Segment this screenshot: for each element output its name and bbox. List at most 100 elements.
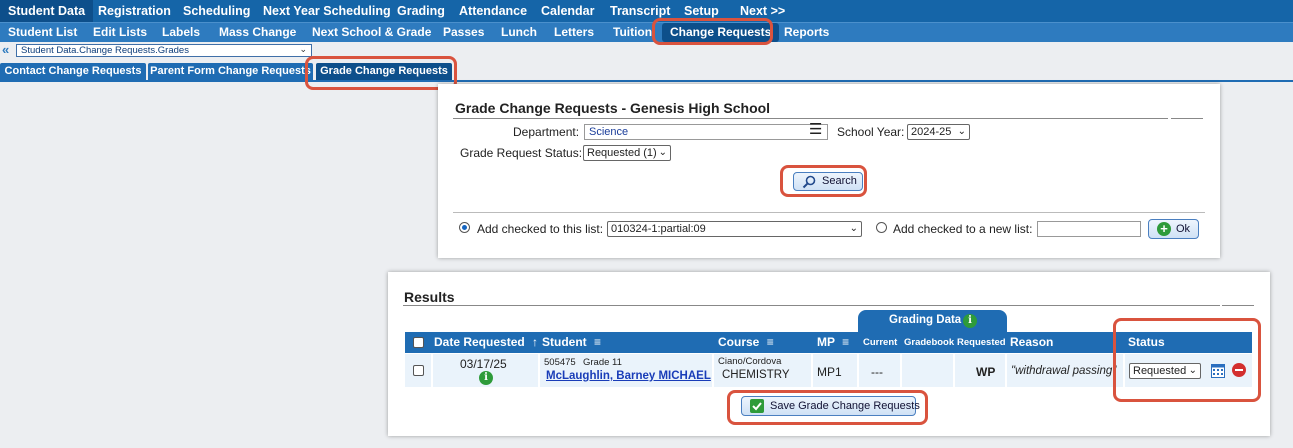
nav-calendar[interactable]: Calendar xyxy=(541,0,595,22)
department-field[interactable]: Science xyxy=(584,124,828,140)
reason-cell: "withdrawal passing" xyxy=(1007,354,1123,387)
menu-icon[interactable]: ≡ xyxy=(767,335,774,349)
current-value: --- xyxy=(871,365,883,379)
menu-icon[interactable]: ≡ xyxy=(842,335,849,349)
ok-button[interactable]: + Ok xyxy=(1148,219,1199,239)
current-cell: --- xyxy=(859,354,900,387)
subnav-lunch[interactable]: Lunch xyxy=(501,23,537,42)
new-list-input[interactable] xyxy=(1037,221,1141,237)
nav-student-data[interactable]: Student Data xyxy=(0,0,94,22)
add-to-new-list-radio[interactable] xyxy=(876,222,887,233)
search-button[interactable]: Search xyxy=(793,172,863,191)
info-icon[interactable]: i xyxy=(479,371,493,385)
nav-next[interactable]: Next >> xyxy=(740,0,785,22)
status-value: Requested (1) xyxy=(587,147,657,159)
subnav-letters[interactable]: Letters xyxy=(554,23,594,42)
grading-data-label: Grading Data xyxy=(889,314,962,326)
mp-cell: MP1 xyxy=(813,354,857,387)
col-mp[interactable]: MP ≡ xyxy=(817,332,849,353)
school-year-value: 2024-25 xyxy=(911,126,952,138)
department-menu-icon[interactable]: ☰ xyxy=(809,121,822,139)
row-checkbox-cell xyxy=(405,354,431,387)
tab-grade-change-requests[interactable]: Grade Change Requests xyxy=(316,63,452,81)
grading-data-header: Grading Data i xyxy=(858,310,1007,332)
plus-circle-icon: + xyxy=(1157,222,1171,236)
search-button-label: Search xyxy=(822,175,857,187)
chevron-down-icon: ⌄ xyxy=(849,223,858,234)
col-current: Current xyxy=(863,337,898,348)
subnav-passes[interactable]: Passes xyxy=(443,23,484,42)
info-icon[interactable]: i xyxy=(963,314,977,328)
results-rule-end xyxy=(1222,305,1254,306)
subnav-change-requests[interactable]: Change Requests xyxy=(662,23,780,42)
nav-scheduling[interactable]: Scheduling xyxy=(183,0,250,22)
calendar-icon[interactable] xyxy=(1211,363,1225,378)
subnav-student-list[interactable]: Student List xyxy=(8,23,77,42)
subnav-edit-lists[interactable]: Edit Lists xyxy=(93,23,147,42)
requested-cell: WP xyxy=(955,354,1005,387)
sort-up-icon[interactable]: ↑ xyxy=(532,335,538,349)
status-cell: Requested ⌄ xyxy=(1125,354,1252,387)
ok-button-label: Ok xyxy=(1176,223,1191,235)
tab-contact-change-requests[interactable]: Contact Change Requests xyxy=(0,63,146,81)
nav-grading[interactable]: Grading xyxy=(397,0,445,22)
subnav-mass-change[interactable]: Mass Change xyxy=(219,23,296,42)
reason-value: "withdrawal passing" xyxy=(1011,365,1117,377)
col-gradebook: Gradebook xyxy=(904,337,955,348)
nav-attendance[interactable]: Attendance xyxy=(459,0,527,22)
collapse-chevron-icon[interactable]: « xyxy=(2,43,9,57)
sub-nav-bar: Student List Edit Lists Labels Mass Chan… xyxy=(0,22,1293,42)
row-checkbox[interactable] xyxy=(413,365,424,376)
menu-icon[interactable]: ≡ xyxy=(594,335,601,349)
course-name: CHEMISTRY xyxy=(722,369,790,381)
date-value: 03/17/25 xyxy=(460,357,507,371)
list-value: 010324-1:partial:09 xyxy=(611,223,706,235)
col-student-label: Student xyxy=(542,335,587,349)
chevron-down-icon: ⌄ xyxy=(1188,365,1197,376)
subnav-tuition[interactable]: Tuition xyxy=(613,23,652,42)
nav-setup[interactable]: Setup xyxy=(684,0,719,22)
row-status-select[interactable]: Requested ⌄ xyxy=(1129,363,1201,379)
minus-glyph xyxy=(1235,369,1243,371)
list-select[interactable]: 010324-1:partial:09 ⌄ xyxy=(607,221,862,237)
nav-transcript[interactable]: Transcript xyxy=(610,0,670,22)
remove-icon[interactable] xyxy=(1232,363,1246,377)
school-year-select[interactable]: 2024-25 ⌄ xyxy=(907,124,970,140)
subnav-labels[interactable]: Labels xyxy=(162,23,200,42)
department-label: Department: xyxy=(513,125,580,139)
col-date-label: Date Requested xyxy=(434,335,525,349)
status-select[interactable]: Requested (1) ⌄ xyxy=(583,145,671,161)
search-icon xyxy=(802,175,816,189)
course-cell: Ciano/Cordova CHEMISTRY xyxy=(714,354,811,387)
chevron-down-icon: ⌄ xyxy=(299,44,307,54)
subnav-reports[interactable]: Reports xyxy=(784,23,829,42)
tab-underline xyxy=(0,80,1293,82)
select-all-checkbox[interactable] xyxy=(413,337,424,348)
date-cell: 03/17/25 i xyxy=(433,354,538,387)
nav-next-year-scheduling[interactable]: Next Year Scheduling xyxy=(263,0,391,22)
gradebook-cell xyxy=(902,354,953,387)
col-student[interactable]: Student ≡ xyxy=(542,332,601,353)
add-to-new-list-label: Add checked to a new list: xyxy=(893,222,1033,236)
student-name-link[interactable]: McLaughlin, Barney MICHAEL xyxy=(546,370,711,382)
save-grade-change-requests-button[interactable]: Save Grade Change Requests xyxy=(741,396,920,416)
results-rule xyxy=(403,305,1220,306)
col-date-requested[interactable]: Date Requested ↑ xyxy=(434,332,538,353)
col-course-label: Course xyxy=(718,335,760,349)
student-grade: Grade 11 xyxy=(583,357,622,368)
add-to-list-radio[interactable] xyxy=(459,222,470,233)
tab-parent-form-change-requests[interactable]: Parent Form Change Requests xyxy=(148,63,313,81)
main-nav-bar: Student Data Registration Scheduling Nex… xyxy=(0,0,1293,22)
results-table-header: Date Requested ↑ Student ≡ Course ≡ MP ≡… xyxy=(405,332,1252,353)
nav-registration[interactable]: Registration xyxy=(98,0,171,22)
breadcrumb-select[interactable]: Student Data.Change Requests.Grades ⌄ xyxy=(16,44,312,57)
search-divider xyxy=(453,212,1205,213)
col-status: Status xyxy=(1128,335,1165,349)
mp-value: MP1 xyxy=(817,365,842,379)
col-course[interactable]: Course ≡ xyxy=(718,332,774,353)
title-rule xyxy=(453,118,1168,119)
title-rule-end xyxy=(1171,118,1203,119)
chevron-down-icon: ⌄ xyxy=(658,147,667,158)
breadcrumb-text: Student Data.Change Requests.Grades xyxy=(21,45,189,56)
subnav-next-school-grade[interactable]: Next School & Grade xyxy=(312,23,431,42)
